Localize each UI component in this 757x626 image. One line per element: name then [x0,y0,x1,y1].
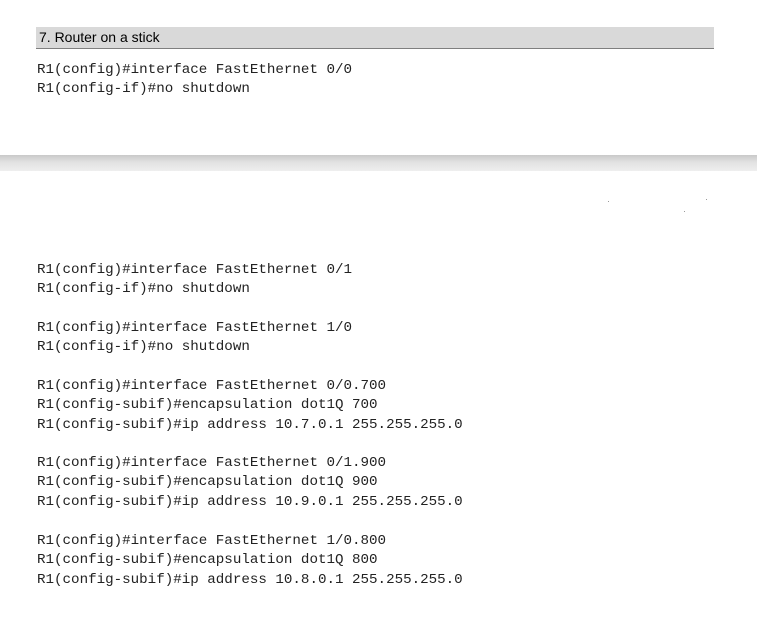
code-line: R1(config)#interface FastEthernet 0/0.70… [37,378,387,394]
code-line: R1(config-if)#no shutdown [37,81,250,98]
code-line: R1(config-subif)#encapsulation dot1Q 800 [37,552,378,569]
code-line: R1(config-if)#no shutdown [37,339,250,356]
code-line: R1(config)#interface FastEthernet 0/1.90… [37,455,387,471]
page-break [0,155,757,171]
scan-speck [684,211,685,212]
code-line: R1(config-subif)#ip address 10.7.0.1 255… [37,416,463,433]
scan-speck [706,199,707,200]
code-line: R1(config-if)#no shutdown [37,281,250,298]
code-line: R1(config)#interface FastEthernet 0/1 [37,262,353,278]
code-line: R1(config-subif)#ip address 10.8.0.1 255… [37,571,463,588]
code-line: R1(config)#interface FastEthernet 1/0 [37,320,353,336]
code-line: R1(config-subif)#ip address 10.9.0.1 255… [37,493,463,510]
section-title: 7. Router on a stick [39,29,160,45]
section-header: 7. Router on a stick [36,27,714,49]
code-line: R1(config)#interface FastEthernet 1/0.80… [37,533,387,549]
code-line: R1(config)#interface FastEthernet 0/0 [37,62,353,78]
code-line: R1(config-subif)#encapsulation dot1Q 900 [37,474,378,491]
scan-speck [608,201,609,202]
code-line: R1(config-subif)#encapsulation dot1Q 700 [37,397,378,414]
